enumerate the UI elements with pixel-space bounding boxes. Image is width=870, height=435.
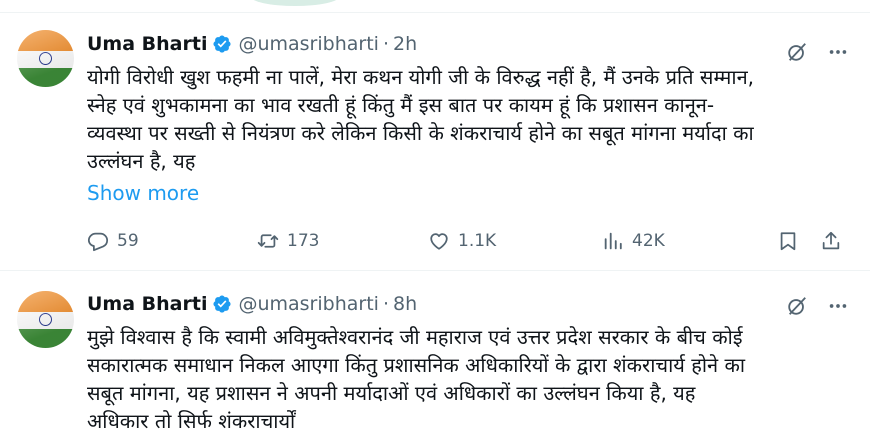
- author-handle[interactable]: @umasribharti: [238, 293, 378, 315]
- tweet-text: योगी विरोधी खुश फहमी ना पालें, मेरा कथन …: [87, 65, 755, 173]
- like-button[interactable]: 1.1K: [428, 230, 496, 252]
- views-count: 42K: [632, 231, 665, 251]
- views-icon: [604, 232, 622, 250]
- tweet-time[interactable]: 2h: [393, 33, 417, 55]
- bookmark-button[interactable]: [777, 230, 799, 252]
- separator: ·: [382, 33, 389, 55]
- like-icon: [430, 233, 448, 250]
- tweet-text: मुझे विश्वास है कि स्वामी अविमुक्तेश्वरा…: [87, 325, 746, 433]
- views-button[interactable]: 42K: [602, 230, 665, 252]
- like-count: 1.1K: [458, 231, 497, 251]
- more-icon[interactable]: [826, 41, 850, 63]
- share-button[interactable]: [820, 230, 842, 252]
- grok-icon[interactable]: [786, 41, 808, 63]
- show-more-link[interactable]: Show more: [87, 181, 199, 205]
- tweet-menu: [786, 295, 850, 317]
- reply-button[interactable]: 59: [87, 230, 139, 252]
- author-name[interactable]: Uma Bharti: [87, 293, 207, 315]
- tweet-header: Uma Bharti @umasribharti · 2h: [87, 32, 417, 56]
- repost-button[interactable]: 173: [257, 230, 319, 252]
- tweet-header: Uma Bharti @umasribharti · 8h: [87, 292, 417, 316]
- avatar[interactable]: [17, 291, 74, 348]
- separator: ·: [382, 293, 389, 315]
- bookmark-icon: [780, 232, 796, 251]
- reply-count: 59: [117, 231, 139, 251]
- tweet-actions: 59 173 1.1K 42K: [87, 229, 847, 253]
- retweet-icon: [257, 234, 279, 248]
- reply-icon: [87, 232, 109, 252]
- tweet[interactable]: Uma Bharti @umasribharti · 2h योगी विरोध…: [0, 13, 870, 271]
- verified-badge-icon: [213, 35, 232, 53]
- tweet-menu: [786, 41, 850, 63]
- more-icon[interactable]: [826, 295, 850, 317]
- share-icon: [822, 231, 840, 250]
- avatar[interactable]: [17, 30, 74, 87]
- grok-icon[interactable]: [786, 295, 808, 317]
- tweet-time[interactable]: 8h: [393, 293, 417, 315]
- author-name[interactable]: Uma Bharti: [87, 33, 207, 55]
- author-handle[interactable]: @umasribharti: [238, 33, 378, 55]
- repost-count: 173: [287, 231, 320, 251]
- tweet[interactable]: Uma Bharti @umasribharti · 8h मुझे विश्व…: [0, 271, 870, 433]
- verified-badge-icon: [213, 295, 232, 313]
- previous-tweet-edge: [0, 0, 870, 13]
